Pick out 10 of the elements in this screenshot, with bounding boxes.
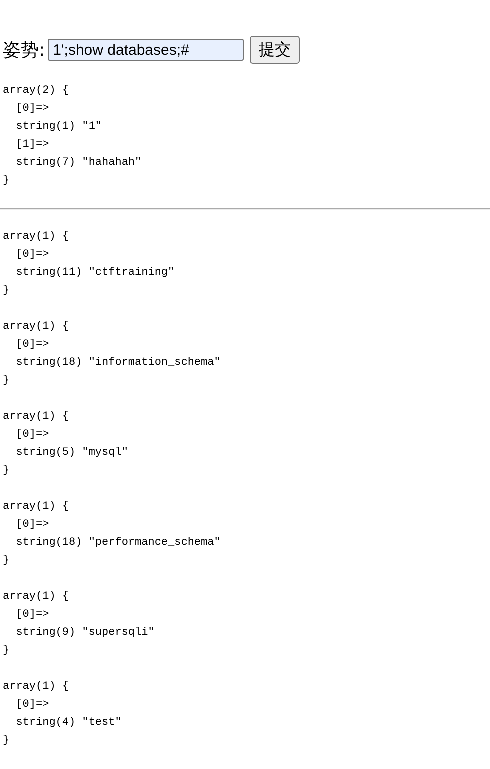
var-dump-output: array(1) { [0]=> string(5) "mysql" } — [3, 410, 130, 479]
submit-button[interactable]: 提交 — [250, 36, 300, 64]
var-dump-output: array(1) { [0]=> string(18) "information_schema" } — [3, 320, 222, 389]
var-dump-output: array(1) { [0]=> string(11) "ctftraining" } — [3, 230, 176, 299]
var-dump-output: array(2) { [0]=> string(1) "1" [1]=> string(7) "hahahah" } — [3, 84, 143, 189]
var-dump-output: array(1) { [0]=> string(18) "performance_schema" } — [3, 500, 222, 569]
field-label: 姿势: — [3, 39, 46, 62]
var-dump-output: array(1) { [0]=> string(4) "test" } — [3, 680, 123, 749]
var-dump-output: array(1) { [0]=> string(9) "supersqli" } — [3, 590, 156, 659]
input-field[interactable]: 1';show databases;# — [48, 39, 244, 61]
